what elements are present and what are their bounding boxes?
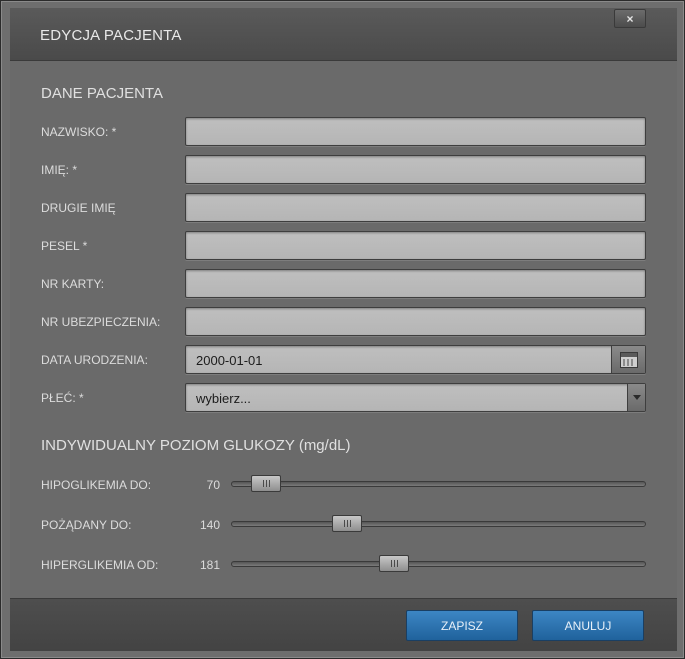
- birth-date-value: 2000-01-01: [196, 353, 263, 368]
- target-label: POŻĄDANY DO:: [41, 518, 132, 532]
- target-slider-thumb[interactable]: [331, 515, 362, 532]
- dialog-title: EDYCJA PACJENTA: [40, 27, 182, 44]
- hypoglycemia-value: 70: [206, 478, 220, 492]
- hyperglycemia-value: 181: [199, 558, 220, 572]
- date-picker-button[interactable]: [611, 346, 645, 373]
- insurance-number-input[interactable]: [185, 307, 646, 336]
- birth-date-field[interactable]: 2000-01-01: [185, 345, 646, 374]
- close-icon: ×: [626, 11, 634, 26]
- surname-label: NAZWISKO: *: [41, 125, 117, 139]
- sex-dropdown-button[interactable]: [627, 384, 645, 411]
- insurance-number-label: NR UBEZPIECZENIA:: [41, 315, 161, 329]
- birth-date-label: DATA URODZENIA:: [41, 353, 148, 367]
- first-name-input[interactable]: [185, 155, 646, 184]
- sex-select-value: wybierz...: [196, 391, 251, 406]
- hyperglycemia-slider-thumb[interactable]: [378, 555, 409, 572]
- dialog-footer: ZAPISZ ANULUJ: [10, 598, 677, 651]
- glucose-section-title: INDYWIDUALNY POZIOM GLUKOZY (mg/dL): [41, 437, 351, 454]
- sex-label: PŁEĆ: *: [41, 391, 84, 405]
- target-value: 140: [199, 518, 220, 532]
- dialog-titlebar: EDYCJA PACJENTA ×: [10, 8, 677, 61]
- dialog-content: DANE PACJENTA NAZWISKO: * IMIĘ: * DRUGIE…: [10, 61, 677, 598]
- hypoglycemia-label: HIPOGLIKEMIA DO:: [41, 478, 152, 492]
- second-name-label: DRUGIE IMIĘ: [41, 201, 116, 215]
- sex-select[interactable]: wybierz...: [185, 383, 646, 412]
- card-number-label: NR KARTY:: [41, 277, 105, 291]
- surname-input[interactable]: [185, 117, 646, 146]
- first-name-label: IMIĘ: *: [41, 163, 78, 177]
- edit-patient-dialog: EDYCJA PACJENTA × DANE PACJENTA NAZWISKO…: [0, 0, 685, 659]
- chevron-down-icon: [632, 395, 641, 400]
- close-button[interactable]: ×: [614, 9, 646, 28]
- hypoglycemia-slider-thumb[interactable]: [251, 475, 282, 492]
- pesel-label: PESEL *: [41, 239, 88, 253]
- hyperglycemia-slider[interactable]: [231, 555, 646, 572]
- card-number-input[interactable]: [185, 269, 646, 298]
- patient-section-title: DANE PACJENTA: [41, 85, 163, 102]
- pesel-input[interactable]: [185, 231, 646, 260]
- second-name-input[interactable]: [185, 193, 646, 222]
- target-slider[interactable]: [231, 515, 646, 532]
- cancel-button[interactable]: ANULUJ: [532, 610, 644, 641]
- save-button[interactable]: ZAPISZ: [406, 610, 518, 641]
- hypoglycemia-slider[interactable]: [231, 475, 646, 492]
- hyperglycemia-label: HIPERGLIKEMIA OD:: [41, 558, 159, 572]
- calendar-icon: [619, 351, 638, 368]
